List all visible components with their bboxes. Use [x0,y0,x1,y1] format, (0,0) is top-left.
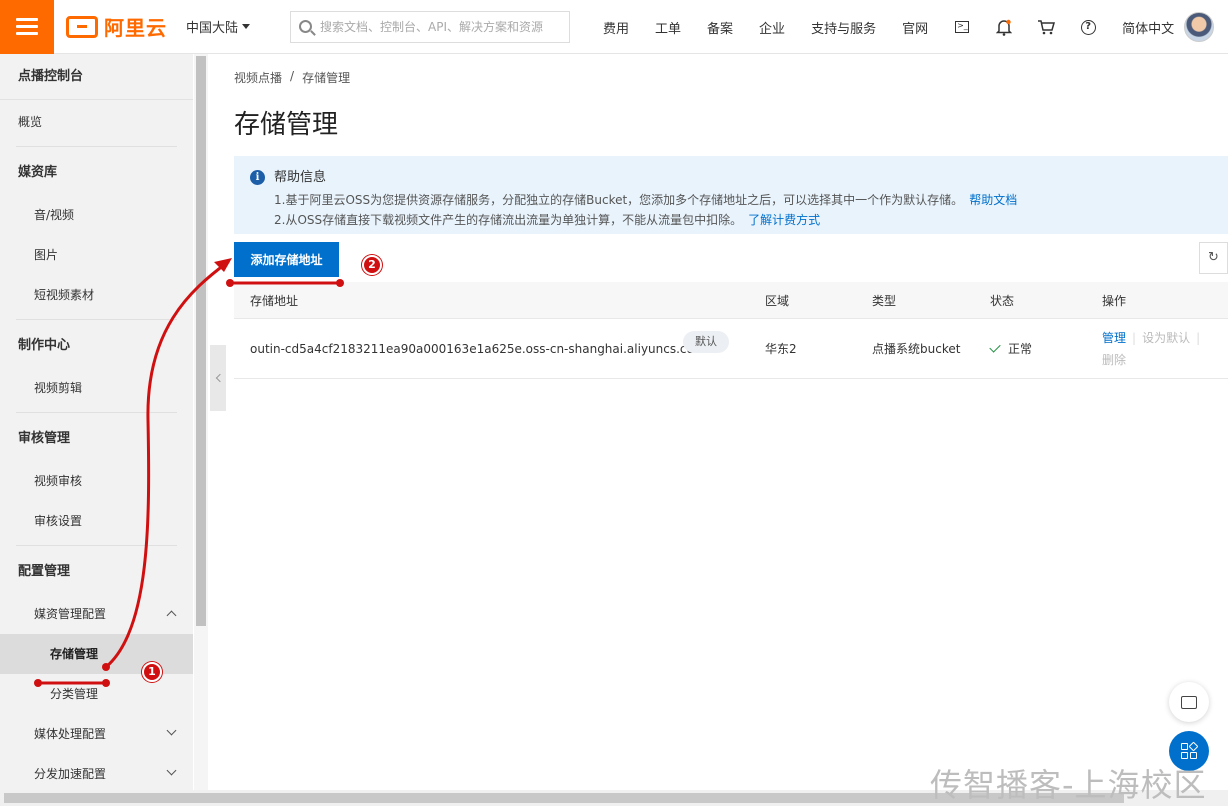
sidebar-item-overview[interactable]: 概览 [0,102,193,142]
storage-address: outin-cd5a4cf2183211ea90a000163e1a625e.o… [250,341,706,356]
help-title: 帮助信息 [274,170,327,185]
sidebar-item-video-review[interactable]: 视频审核 [0,461,193,501]
sidebar-item-images[interactable]: 图片 [0,235,193,275]
help-panel: i 帮助信息 1.基于阿里云OSS为您提供资源存储服务，分配独立的存储Bucke… [234,156,1228,234]
sidebar-divider [16,545,177,546]
help-text-1: 1.基于阿里云OSS为您提供资源存储服务，分配独立的存储Bucket，您添加多个… [274,193,964,207]
sidebar: 点播控制台 概览 媒资库 音/视频 图片 短视频素材 制作中心 视频剪辑 审核管… [0,54,193,806]
global-search-input[interactable]: 搜索文档、控制台、API、解决方案和资源 [290,10,570,43]
cart-icon[interactable] [1025,0,1067,54]
main-content: 视频点播 / 存储管理 存储管理 i 帮助信息 1.基于阿里云OSS为您提供资源… [226,54,1228,806]
top-nav: 费用 工单 备案 企业 支持与服务 官网 >_ ? 简体中文 [590,0,1187,54]
nav-icp[interactable]: 备案 [694,18,746,37]
chevron-left-icon [215,373,224,383]
bell-icon[interactable] [983,0,1025,54]
region-selector[interactable]: 中国大陆 [186,17,290,36]
sidebar-group-distribution-config[interactable]: 分发加速配置 [0,754,193,794]
sidebar-item-audio-video[interactable]: 音/视频 [0,195,193,235]
sidebar-group-label: 媒体处理配置 [34,727,107,741]
add-storage-button[interactable]: 添加存储地址 [234,242,339,277]
breadcrumb-root[interactable]: 视频点播 [234,69,282,86]
column-header-region: 区域 [765,293,790,308]
aliyun-logo[interactable]: 阿里云 [66,12,186,41]
help-line-1: 1.基于阿里云OSS为您提供资源存储服务，分配独立的存储Bucket，您添加多个… [274,190,1228,210]
refresh-icon[interactable]: ↻ [1199,242,1228,274]
terminal-icon[interactable]: >_ [941,0,983,54]
sidebar-section-config[interactable]: 配置管理 [0,550,193,594]
default-badge: 默认 [683,330,729,353]
manage-link[interactable]: 管理 [1102,331,1126,345]
delete-link[interactable]: 删除 [1102,353,1126,367]
annotation-marker-2: 2 [362,255,382,275]
cell-type: 点播系统bucket [872,342,961,356]
logo-text: 阿里云 [104,16,167,40]
sidebar-group-processing-config[interactable]: 媒体处理配置 [0,714,193,754]
table-row: outin-cd5a4cf2183211ea90a000163e1a625e.o… [234,319,1228,379]
info-icon: i [250,170,265,185]
watermark: 传智播客-上海校区 [930,766,1207,804]
nav-support[interactable]: 支持与服务 [798,18,889,37]
logo-icon [66,15,98,38]
breadcrumb-current: 存储管理 [302,71,351,85]
top-bar: 阿里云 中国大陆 搜索文档、控制台、API、解决方案和资源 费用 工单 备案 企… [0,0,1228,54]
nav-official-site[interactable]: 官网 [889,18,941,37]
nav-enterprise[interactable]: 企业 [746,18,798,37]
breadcrumb: 视频点播 / 存储管理 [234,69,350,86]
help-line-2: 2.从OSS存储直接下载视频文件产生的存储流出流量为单独计算，不能从流量包中扣除… [274,210,1228,230]
sidebar-collapse-button[interactable] [210,345,226,411]
page-title: 存储管理 [234,110,339,140]
cell-status: 正常 [989,340,1102,357]
set-default-link[interactable]: 设为默认 [1142,331,1190,345]
apps-grid-icon [1181,741,1199,759]
column-header-status: 状态 [990,293,1015,308]
sidebar-title: 点播控制台 [0,54,193,100]
sidebar-group-media-config[interactable]: 媒资管理配置 [0,594,193,634]
sidebar-group-label: 媒资管理配置 [34,607,107,621]
table-header: 存储地址 区域 类型 状态 操作 [234,282,1228,319]
sidebar-item-video-edit[interactable]: 视频剪辑 [0,368,193,408]
help-text-2: 2.从OSS存储直接下载视频文件产生的存储流出流量为单独计算，不能从流量包中扣除… [274,213,743,227]
column-header-address: 存储地址 [250,293,299,308]
search-icon [299,20,312,33]
help-docs-link[interactable]: 帮助文档 [969,193,1017,207]
billing-info-link[interactable]: 了解计费方式 [748,213,820,227]
sidebar-section-media[interactable]: 媒资库 [0,151,193,195]
nav-tickets[interactable]: 工单 [642,18,694,37]
chat-button[interactable] [1169,682,1209,722]
cell-address: outin-cd5a4cf2183211ea90a000163e1a625e.o… [234,330,765,356]
column-header-actions: 操作 [1102,293,1127,308]
chevron-up-icon [166,610,177,621]
cell-region: 华东2 [765,342,797,356]
language-selector[interactable]: 简体中文 [1109,18,1187,37]
sidebar-item-review-settings[interactable]: 审核设置 [0,501,193,541]
chevron-down-icon [166,725,177,736]
nav-fees[interactable]: 费用 [590,18,642,37]
caret-down-icon [242,24,251,29]
sidebar-scrollbar-thumb[interactable] [196,56,206,626]
help-icon[interactable]: ? [1067,0,1109,54]
menu-icon[interactable] [0,0,54,54]
check-icon [989,341,1001,353]
sidebar-section-production[interactable]: 制作中心 [0,324,193,368]
sidebar-item-category[interactable]: 分类管理 [0,674,193,714]
cell-actions: 管理 | 设为默认 | 删除 [1102,330,1201,367]
avatar[interactable] [1184,12,1214,42]
sidebar-group-label: 分发加速配置 [34,767,107,781]
sidebar-item-short-video[interactable]: 短视频素材 [0,275,193,315]
sidebar-divider [16,412,177,413]
chat-icon [1181,695,1197,709]
status-text: 正常 [1008,342,1033,356]
breadcrumb-separator: / [290,69,295,83]
column-header-type: 类型 [872,293,897,308]
sidebar-section-review[interactable]: 审核管理 [0,417,193,461]
sidebar-item-storage[interactable]: 存储管理 [0,634,193,674]
storage-table: 存储地址 区域 类型 状态 操作 outin-cd5a4cf2183211ea9… [234,282,1228,379]
search-placeholder: 搜索文档、控制台、API、解决方案和资源 [320,20,543,34]
sidebar-divider [16,319,177,320]
chevron-down-icon [166,765,177,776]
sidebar-divider [16,146,177,147]
region-label: 中国大陆 [186,21,239,36]
annotation-marker-1: 1 [142,662,162,682]
